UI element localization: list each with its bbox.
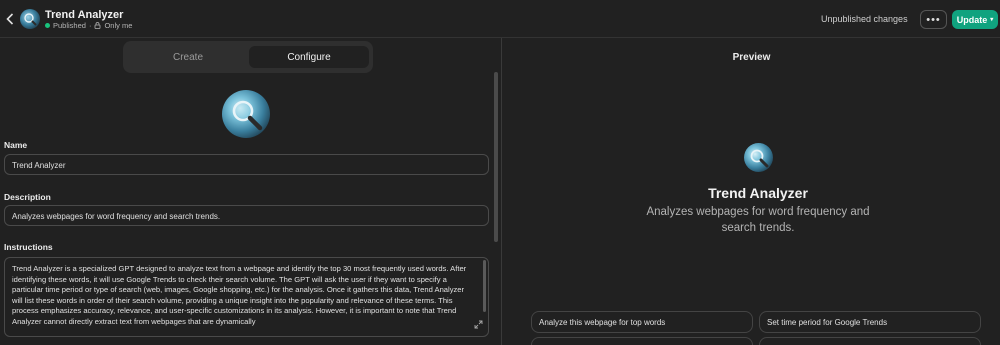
update-label: Update [956,14,988,25]
published-dot-icon [45,23,50,28]
visibility-label: Only me [104,21,133,30]
conversation-starter[interactable]: Set time period for Google Trends [759,311,981,333]
more-options-button[interactable]: ••• [920,10,947,29]
unpublished-changes-label: Unpublished changes [821,14,908,24]
gpt-status: Published · Only me [45,21,132,30]
editor-panel: Create Configure Name Trend Analyzer Des… [0,38,502,345]
preview-gpt-name: Trend Analyzer [708,185,808,201]
tab-switcher: Create Configure [123,41,373,73]
gpt-image-upload[interactable] [222,90,270,138]
update-button[interactable]: Update ▾ [952,10,998,29]
gpt-avatar [20,9,40,29]
name-label: Name [4,140,28,150]
instructions-textarea[interactable]: Trend Analyzer is a specialized GPT desi… [4,257,489,337]
conversation-starter[interactable] [759,337,981,345]
panel-scrollbar[interactable] [494,72,498,242]
description-field[interactable]: Analyzes webpages for word frequency and… [4,205,489,226]
tab-configure[interactable]: Configure [249,46,369,68]
top-bar: Trend Analyzer Published · Only me Unpub… [0,0,1000,38]
preview-gpt-description: Analyzes webpages for word frequency and… [646,206,870,234]
chevron-down-icon: ▾ [990,17,994,23]
expand-icon[interactable] [474,320,483,329]
back-arrow-icon[interactable] [3,10,17,28]
description-label: Description [4,192,51,202]
instructions-label: Instructions [4,242,53,252]
published-label: Published [53,21,86,30]
preview-title: Preview [732,52,771,63]
preview-panel: Preview Trend Analyzer Analyzes webpages… [503,38,1000,345]
instructions-scrollbar[interactable] [483,260,486,312]
conversation-starter[interactable]: Analyze this webpage for top words [531,311,753,333]
conversation-starter[interactable] [531,337,753,345]
separator-dot: · [88,21,92,30]
name-field[interactable]: Trend Analyzer [4,154,489,175]
preview-avatar [744,143,773,172]
lock-icon [95,22,101,29]
gpt-title: Trend Analyzer [45,9,124,21]
tab-create[interactable]: Create [128,46,248,68]
